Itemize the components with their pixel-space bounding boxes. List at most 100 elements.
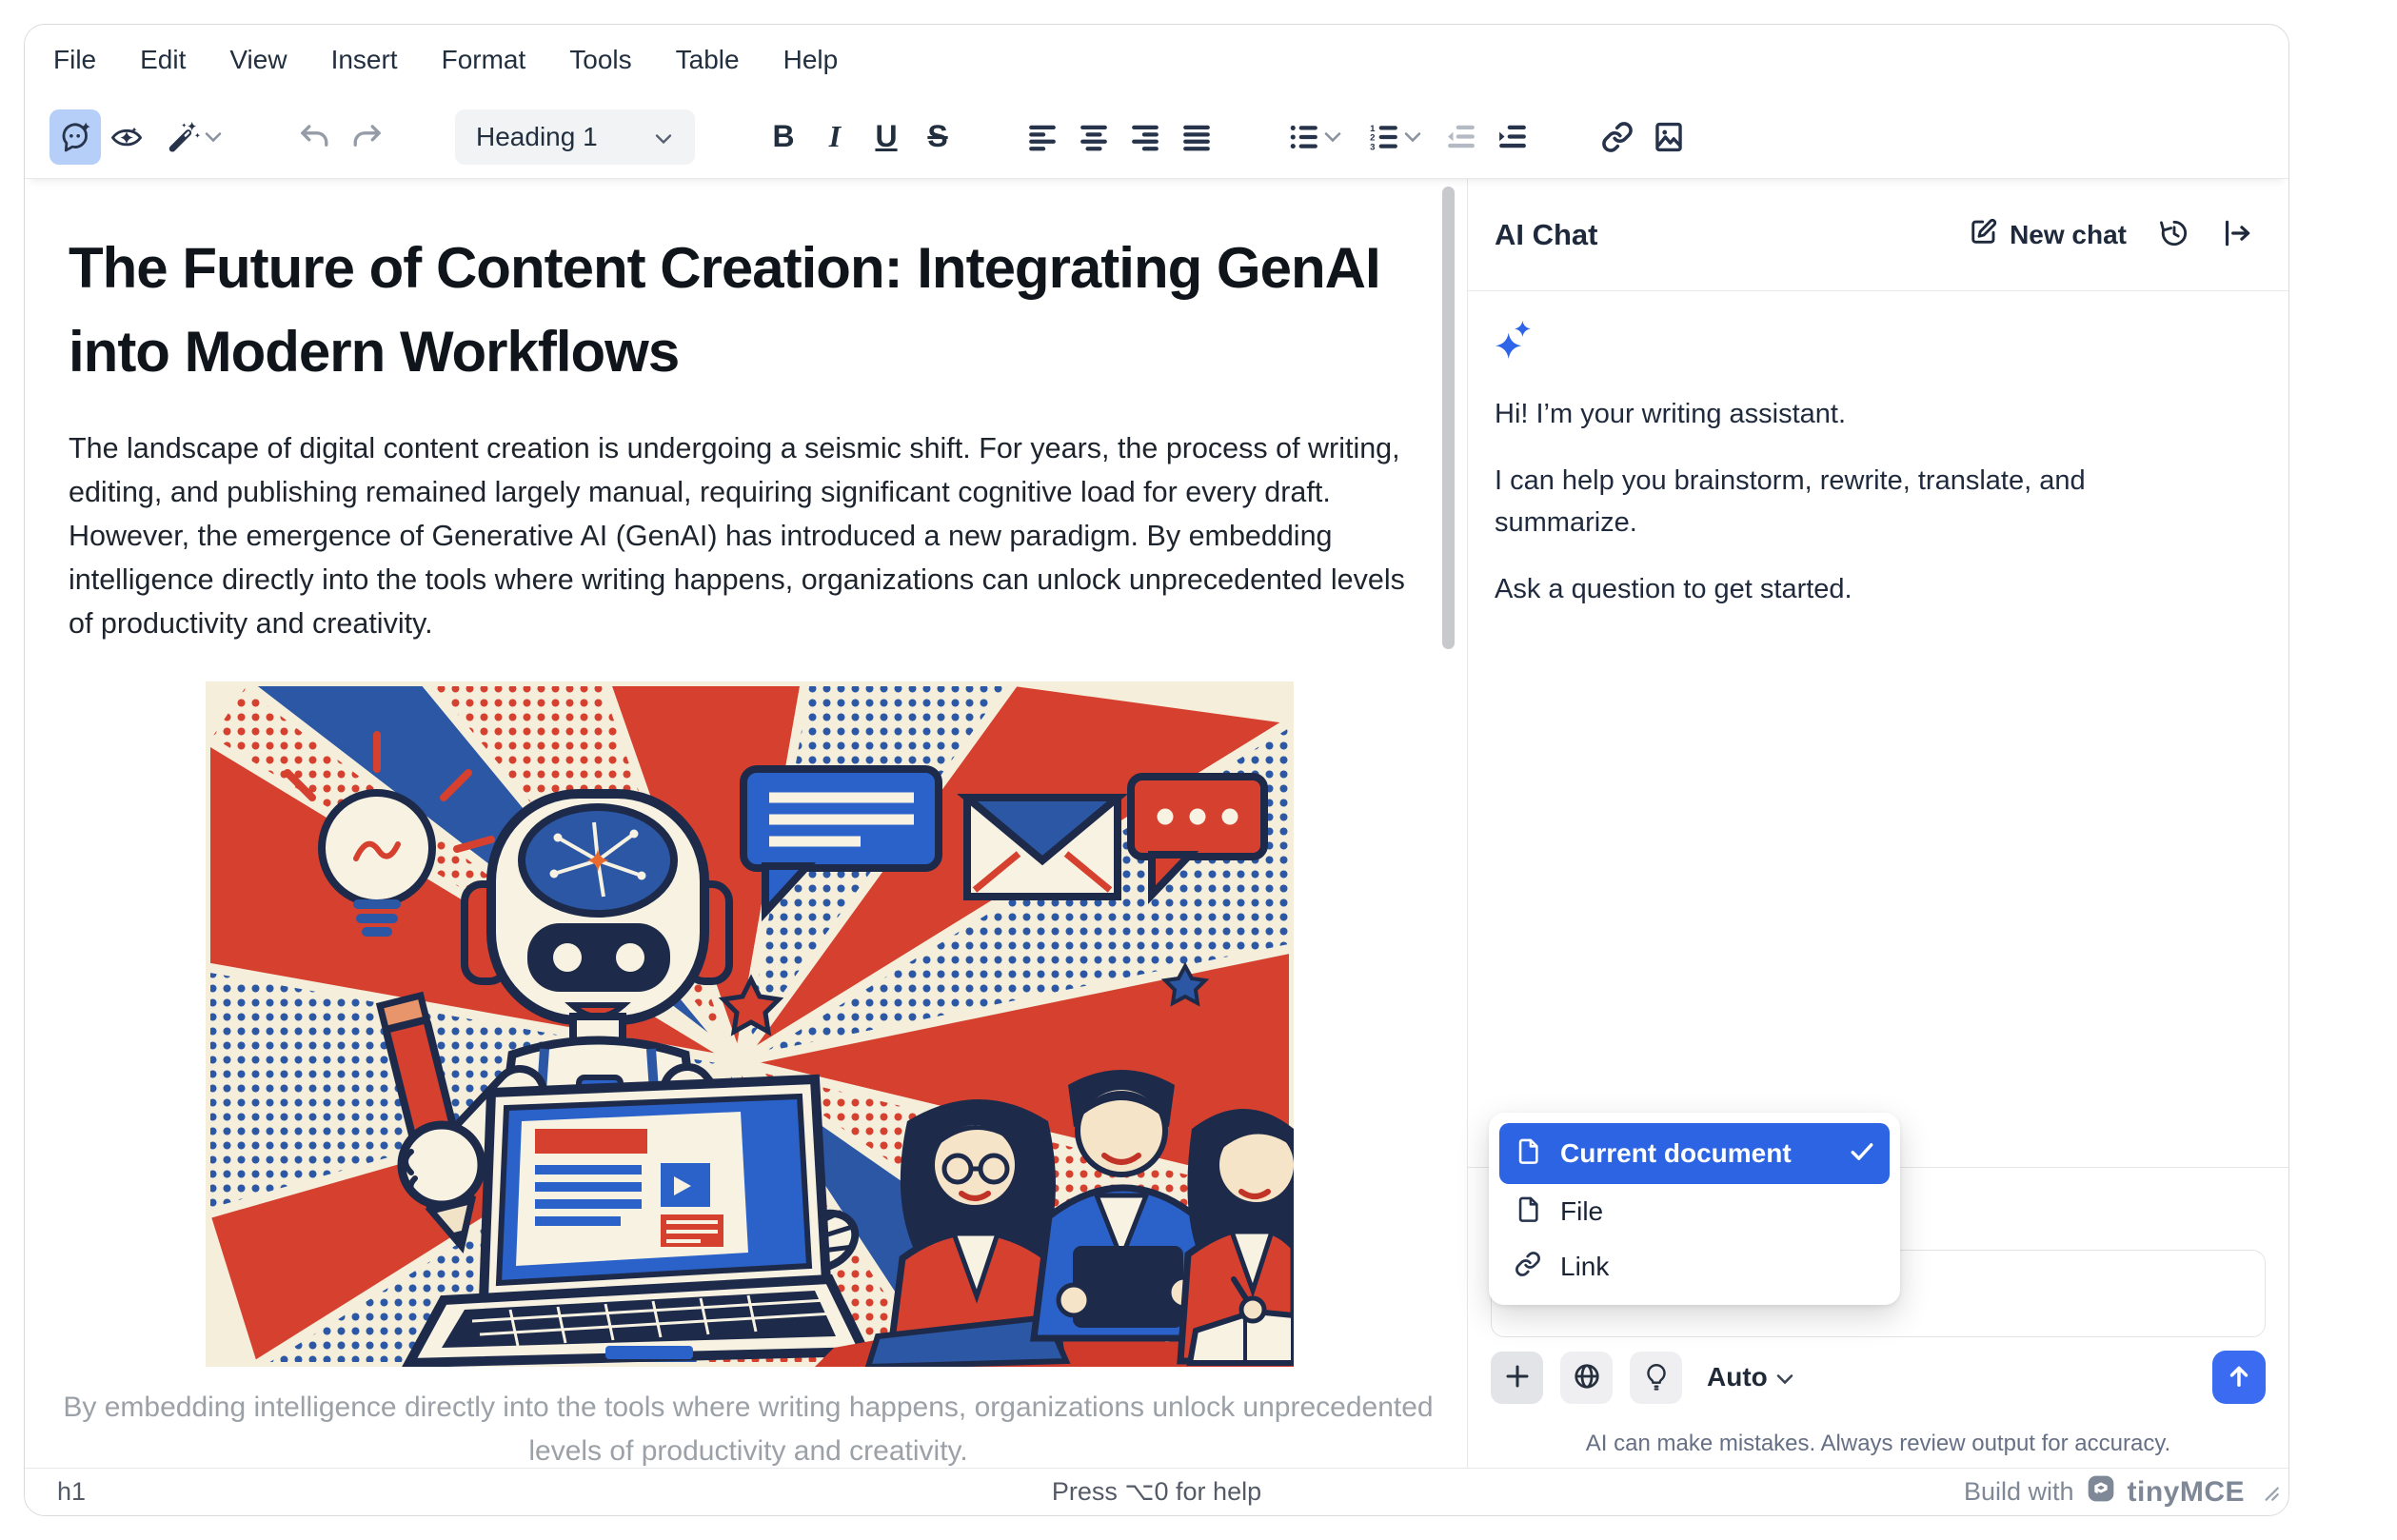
svg-text:3: 3 <box>1370 142 1375 151</box>
menu-item-label: File <box>1560 1196 1874 1227</box>
document-icon <box>1515 1137 1541 1171</box>
ai-shortcuts-button[interactable] <box>152 109 236 165</box>
italic-label: I <box>829 119 841 154</box>
web-search-button[interactable] <box>1560 1352 1613 1404</box>
chevron-down-icon <box>1323 130 1342 144</box>
menu-item-link[interactable]: Link <box>1499 1239 1890 1294</box>
numbered-list-button[interactable]: 123 <box>1356 109 1436 165</box>
globe-icon <box>1573 1362 1601 1393</box>
align-justify-button[interactable] <box>1171 109 1222 165</box>
model-mode-select[interactable]: Auto <box>1707 1362 1794 1392</box>
magic-wand-icon <box>166 120 200 154</box>
ai-review-button[interactable] <box>101 109 152 165</box>
status-bar: h1 Press ⌥0 for help Build with tinyMCE <box>25 1468 2288 1515</box>
underline-button[interactable]: U <box>861 109 912 165</box>
branding-prefix: Build with <box>1964 1477 2074 1507</box>
menu-insert[interactable]: Insert <box>331 45 398 75</box>
undo-button[interactable] <box>289 109 341 165</box>
menu-edit[interactable]: Edit <box>140 45 186 75</box>
chevron-down-icon <box>204 130 223 144</box>
format-select-value: Heading 1 <box>476 122 598 152</box>
align-right-icon <box>1130 123 1160 151</box>
align-left-icon <box>1027 123 1058 151</box>
underline-label: U <box>875 119 897 154</box>
ai-review-eye-icon <box>109 121 144 153</box>
outdent-button[interactable] <box>1436 109 1487 165</box>
document-paragraph[interactable]: The landscape of digital content creatio… <box>69 426 1415 645</box>
assistant-message: I can help you brainstorm, rewrite, tran… <box>1495 460 2199 543</box>
insert-image-button[interactable] <box>1643 109 1694 165</box>
chat-input-toolbar: Auto <box>1491 1351 1794 1404</box>
ai-disclaimer: AI can make mistakes. Always review outp… <box>1468 1431 2288 1457</box>
exit-panel-icon <box>2222 218 2252 251</box>
assistant-message: Hi! I’m your writing assistant. <box>1495 393 2199 435</box>
document-title[interactable]: The Future of Content Creation: Integrat… <box>69 227 1392 394</box>
indent-icon <box>1497 123 1528 151</box>
bullet-list-button[interactable] <box>1276 109 1356 165</box>
suggestions-button[interactable] <box>1630 1352 1682 1404</box>
new-chat-label: New chat <box>2010 220 2127 250</box>
menu-view[interactable]: View <box>229 45 287 75</box>
help-shortcut-hint: Press ⌥0 for help <box>25 1477 2288 1507</box>
check-icon <box>1850 1138 1874 1169</box>
send-message-button[interactable] <box>2212 1351 2266 1404</box>
editor-content-area[interactable]: The Future of Content Creation: Integrat… <box>25 179 1467 1470</box>
lightbulb-icon <box>1642 1362 1671 1393</box>
outdent-icon <box>1446 123 1476 151</box>
ai-chat-button[interactable] <box>50 109 101 165</box>
ai-chat-messages: Hi! I’m your writing assistant. I can he… <box>1468 291 2288 610</box>
ai-chat-icon <box>59 121 91 153</box>
menu-help[interactable]: Help <box>783 45 839 75</box>
align-center-button[interactable] <box>1068 109 1119 165</box>
add-attachment-button[interactable] <box>1491 1352 1543 1404</box>
menu-table[interactable]: Table <box>676 45 740 75</box>
branding-name[interactable]: tinyMCE <box>2128 1476 2246 1509</box>
menu-item-label: Link <box>1560 1252 1874 1282</box>
assistant-message: Ask a question to get started. <box>1495 568 2199 610</box>
undo-icon <box>298 121 332 153</box>
file-icon <box>1515 1195 1541 1229</box>
tinymce-logo-icon <box>2086 1473 2116 1510</box>
strikethrough-label: S <box>927 119 947 154</box>
redo-button[interactable] <box>341 109 392 165</box>
menu-tools[interactable]: Tools <box>569 45 631 75</box>
ai-chat-title: AI Chat <box>1495 218 1598 252</box>
new-chat-icon <box>1970 217 1998 252</box>
chat-history-button[interactable] <box>2159 218 2189 251</box>
model-mode-value: Auto <box>1707 1362 1768 1392</box>
italic-button[interactable]: I <box>809 109 861 165</box>
document-figure[interactable]: By embedding intelligence directly into … <box>206 681 1294 1470</box>
align-justify-icon <box>1181 123 1212 151</box>
align-center-icon <box>1079 123 1109 151</box>
editor-scrollbar[interactable] <box>1442 187 1455 649</box>
insert-link-button[interactable] <box>1592 109 1643 165</box>
align-left-button[interactable] <box>1017 109 1068 165</box>
redo-icon <box>349 121 384 153</box>
align-right-button[interactable] <box>1119 109 1171 165</box>
indent-button[interactable] <box>1487 109 1538 165</box>
content-area: The Future of Content Creation: Integrat… <box>25 179 2288 1470</box>
chevron-down-icon <box>1403 130 1422 144</box>
strikethrough-button[interactable]: S <box>912 109 963 165</box>
close-panel-button[interactable] <box>2222 218 2252 251</box>
document-illustration-image[interactable] <box>206 681 1294 1367</box>
menu-item-label: Current document <box>1560 1138 1831 1169</box>
new-chat-button[interactable]: New chat <box>1970 217 2127 252</box>
image-caption[interactable]: By embedding intelligence directly into … <box>63 1386 1434 1470</box>
history-icon <box>2159 218 2189 251</box>
tinymce-editor-window: File Edit View Insert Format Tools Table… <box>24 24 2289 1516</box>
toolbar: Heading 1 B I U S <box>25 95 2288 179</box>
link-icon <box>1515 1251 1541 1284</box>
menu-item-current-document[interactable]: Current document <box>1499 1123 1890 1184</box>
bold-button[interactable]: B <box>758 109 809 165</box>
menu-format[interactable]: Format <box>442 45 526 75</box>
menu-file[interactable]: File <box>53 45 96 75</box>
image-icon <box>1653 121 1685 153</box>
numbered-list-icon: 123 <box>1369 123 1399 151</box>
menu-item-file[interactable]: File <box>1499 1184 1890 1239</box>
attachment-context-menu: Current document File <box>1489 1113 1900 1305</box>
plus-icon <box>1503 1362 1532 1393</box>
format-select[interactable]: Heading 1 <box>455 109 695 165</box>
send-arrow-icon <box>2225 1362 2253 1393</box>
bullet-list-icon <box>1289 123 1319 151</box>
